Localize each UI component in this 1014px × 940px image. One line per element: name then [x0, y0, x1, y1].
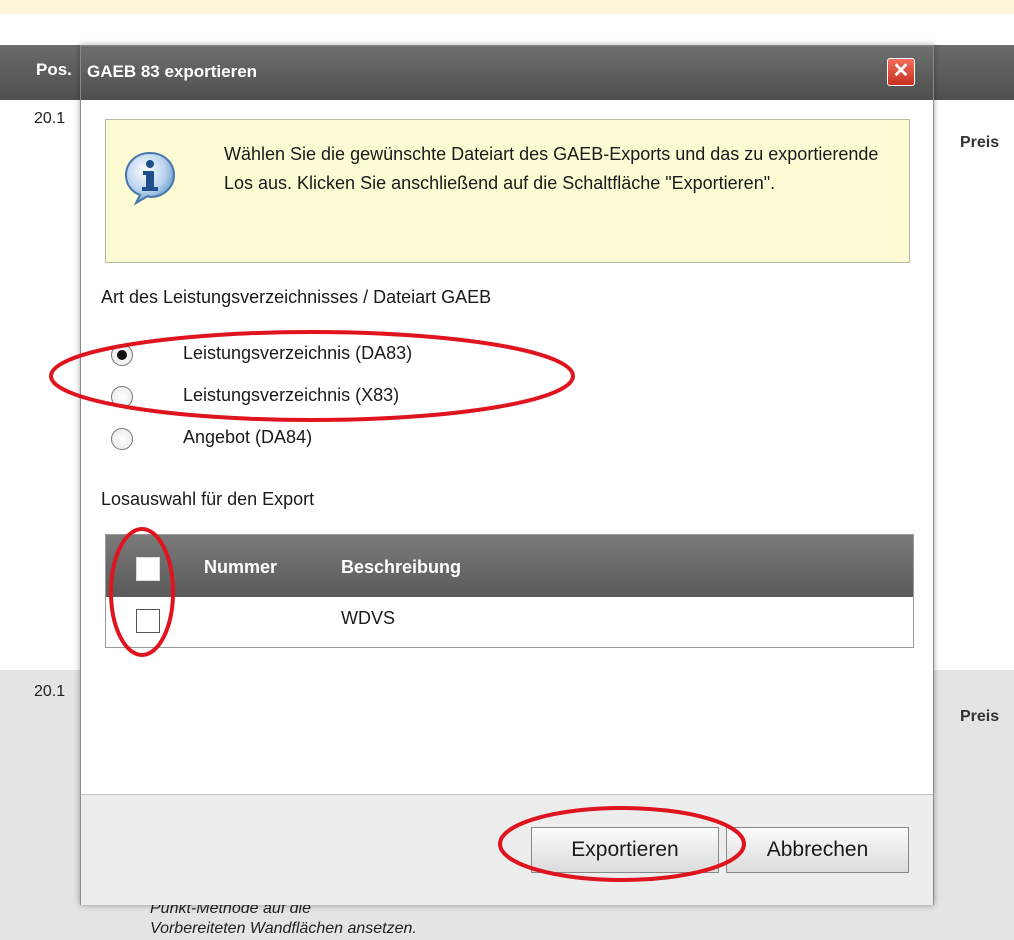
background-description-line: Vorbereiteten Wandflächen ansetzen. — [150, 920, 417, 937]
background-preis-label: Preis — [960, 134, 1000, 151]
background-preis-label: Preis — [960, 708, 1000, 725]
background-row-number: 20.1 — [34, 683, 66, 700]
select-all-checkbox[interactable] — [136, 557, 160, 581]
dialog-footer: Exportieren Abbrechen — [81, 794, 933, 905]
export-button[interactable]: Exportieren — [531, 827, 719, 873]
info-message: Wählen Sie die gewünschte Dateiart des G… — [224, 144, 879, 193]
filetype-section-label: Art des Leistungsverzeichnisses / Dateia… — [101, 287, 492, 307]
dialog-title: GAEB 83 exportieren — [87, 62, 258, 81]
radio-button[interactable] — [111, 428, 133, 450]
close-icon[interactable]: ✕ — [887, 58, 915, 86]
info-box: Wählen Sie die gewünschte Dateiart des G… — [105, 119, 910, 263]
radio-button[interactable] — [111, 344, 133, 366]
background-row-number: 20.1 — [34, 110, 66, 127]
radio-button[interactable] — [111, 386, 133, 408]
radio-label: Leistungsverzeichnis (DA83) — [183, 343, 413, 363]
top-notice-strip — [0, 0, 1014, 14]
gaeb-export-dialog: GAEB 83 exportieren ✕ Wählen Sie die gew… — [80, 45, 934, 905]
radio-label: Leistungsverzeichnis (X83) — [183, 385, 400, 405]
lot-section-label: Losauswahl für den Export — [101, 489, 315, 509]
cell-beschreibung: WDVS — [341, 608, 395, 628]
info-icon — [124, 151, 176, 205]
cancel-button[interactable]: Abbrechen — [726, 827, 909, 873]
radio-label: Angebot (DA84) — [183, 427, 313, 447]
row-checkbox[interactable] — [136, 609, 160, 633]
column-header-nummer[interactable]: Nummer — [204, 557, 277, 578]
background-header-pos: Pos. — [36, 60, 72, 79]
column-header-beschreibung[interactable]: Beschreibung — [341, 557, 461, 578]
lot-table: Nummer Beschreibung WDVS — [105, 534, 914, 648]
